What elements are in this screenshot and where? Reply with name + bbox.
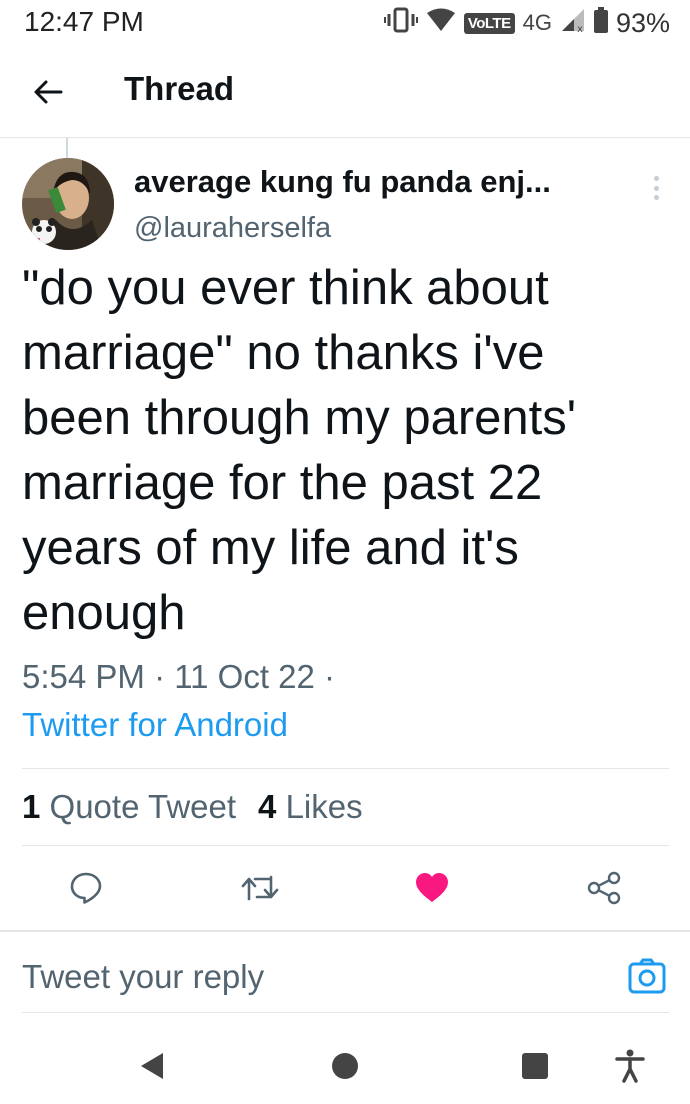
volte-badge: VoLTE	[463, 12, 515, 34]
divider	[22, 1012, 669, 1013]
status-bar: 12:47 PM VoLTE 4G x 93%	[0, 0, 690, 48]
tweet-stats: 1 Quote Tweet 4 Likes	[22, 788, 363, 826]
share-icon[interactable]	[582, 866, 626, 910]
status-icons: VoLTE 4G x 93%	[383, 6, 670, 40]
divider	[22, 768, 669, 769]
system-nav-bar	[0, 1030, 690, 1104]
tweet-timestamp: 5:54 PM · 11 Oct 22 ·	[22, 658, 336, 695]
vibrate-icon	[383, 7, 418, 40]
battery-icon	[593, 6, 608, 40]
display-name[interactable]: average kung fu panda enj...	[134, 164, 551, 200]
quote-label: Quote Tweet	[49, 788, 237, 825]
status-time: 12:47 PM	[24, 6, 144, 37]
avatar[interactable]	[22, 158, 114, 250]
likes-stat[interactable]: 4 Likes	[258, 788, 363, 826]
camera-icon[interactable]	[628, 958, 666, 994]
back-arrow-icon[interactable]	[28, 72, 68, 112]
network-type: 4G	[522, 10, 552, 35]
retweet-icon[interactable]	[238, 866, 282, 910]
nav-home-icon[interactable]	[325, 1046, 365, 1086]
battery-percent: 93%	[615, 7, 670, 38]
likes-label: Likes	[285, 788, 363, 825]
app-header: Thread	[0, 48, 690, 138]
svg-text:x: x	[577, 24, 583, 33]
accessibility-icon[interactable]	[610, 1046, 650, 1086]
tweet-text: "do you ever think about marriage" no th…	[22, 261, 577, 640]
quote-tweets-stat[interactable]: 1 Quote Tweet	[22, 788, 236, 826]
likes-count: 4	[258, 788, 277, 825]
quote-count: 1	[22, 788, 41, 825]
divider	[22, 845, 669, 846]
more-options-icon[interactable]	[646, 170, 666, 206]
divider	[0, 930, 690, 932]
tweet-source-link[interactable]: Twitter for Android	[22, 706, 288, 744]
reply-icon[interactable]	[64, 866, 108, 910]
nav-back-icon[interactable]	[132, 1046, 172, 1086]
heart-filled-icon[interactable]	[410, 866, 454, 910]
thread-connector-line	[66, 138, 68, 158]
wifi-icon	[426, 8, 456, 39]
reply-input[interactable]: Tweet your reply	[22, 958, 264, 996]
signal-icon: x	[560, 7, 586, 40]
user-handle[interactable]: @lauraherselfa	[134, 212, 331, 245]
nav-recents-icon[interactable]	[515, 1046, 555, 1086]
page-title: Thread	[124, 70, 235, 107]
